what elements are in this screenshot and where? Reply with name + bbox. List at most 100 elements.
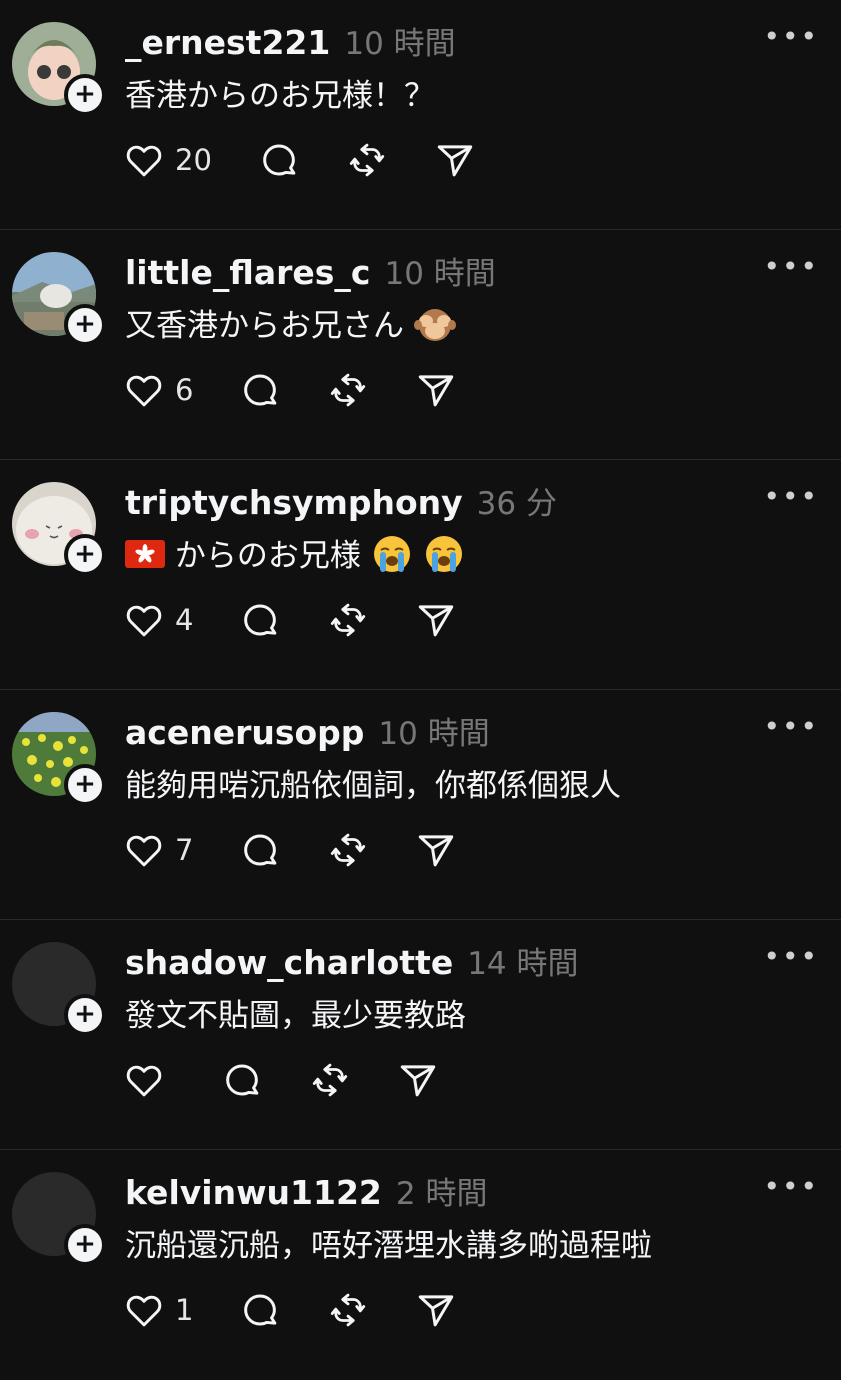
action-bar: 20 (123, 138, 522, 182)
more-options-icon[interactable]: ••• (763, 480, 819, 513)
repost-icon (331, 833, 366, 867)
repost-icon (331, 373, 366, 407)
comment-icon (226, 1064, 259, 1096)
send-icon (419, 835, 454, 867)
post-text-line: 又香港からお兄さん (125, 300, 456, 351)
repost-button[interactable] (309, 1059, 351, 1101)
heart-icon (126, 1295, 162, 1327)
post-text-line: からのお兄様 (125, 530, 465, 583)
avatar-container[interactable]: + (12, 712, 106, 806)
more-options-icon[interactable]: ••• (763, 710, 819, 743)
send-icon (437, 145, 473, 177)
reply-button[interactable] (239, 599, 281, 641)
post: + acenerusopp 10 時間 ••• 能夠用啱沉船依個詞，你都係個狠人… (0, 690, 841, 920)
username[interactable]: _ernest221 (125, 23, 330, 62)
comment-icon (244, 604, 277, 636)
post: + shadow_charlotte 14 時間 ••• 發文不貼圖，最少要教路 (0, 920, 841, 1150)
share-button[interactable] (415, 599, 457, 641)
like-button[interactable] (123, 1059, 175, 1101)
comment-icon (244, 834, 277, 866)
username[interactable]: shadow_charlotte (125, 943, 453, 982)
reply-button[interactable] (221, 1059, 263, 1101)
share-button[interactable] (415, 1289, 457, 1331)
timestamp: 10 時間 (344, 26, 456, 62)
comment-icon (263, 144, 296, 176)
post-text: 沉船還沉船，唔好潛埋水講多啲過程啦 (125, 1228, 652, 1264)
like-button[interactable]: 1 (123, 1289, 193, 1331)
comment-icon (244, 1294, 277, 1326)
post-text: 能夠用啱沉船依個詞，你都係個狠人 (125, 768, 621, 804)
like-count: 20 (175, 143, 212, 177)
reply-button[interactable] (239, 1289, 281, 1331)
action-bar (123, 1058, 485, 1102)
more-options-icon[interactable]: ••• (763, 1170, 819, 1203)
post-text: 又香港からお兄さん (125, 308, 404, 344)
like-button[interactable]: 7 (123, 829, 193, 871)
avatar-container[interactable]: + (12, 1172, 106, 1266)
repost-button[interactable] (327, 829, 369, 871)
repost-button[interactable] (327, 369, 369, 411)
follow-button[interactable]: + (64, 304, 106, 346)
reply-button[interactable] (258, 139, 300, 181)
username[interactable]: acenerusopp (125, 713, 364, 752)
username[interactable]: kelvinwu1122 (125, 1173, 382, 1212)
post-text: 發文不貼圖，最少要教路 (125, 998, 466, 1034)
share-button[interactable] (434, 139, 476, 181)
timestamp: 14 時間 (467, 946, 579, 982)
post: + little_flares_c 10 時間 ••• 又香港からお兄さん 6 (0, 230, 841, 460)
avatar-container[interactable]: + (12, 252, 106, 346)
follow-button[interactable]: + (64, 1224, 106, 1266)
timestamp: 10 時間 (384, 256, 496, 292)
heart-icon (126, 835, 162, 867)
more-options-icon[interactable]: ••• (763, 20, 819, 53)
follow-button[interactable]: + (64, 534, 106, 576)
follow-button[interactable]: + (64, 74, 106, 116)
send-icon (400, 1065, 436, 1097)
action-bar: 7 (123, 828, 503, 872)
reply-feed: + _ernest221 10 時間 ••• 香港からのお兄様！？ 20 + l… (0, 0, 841, 1380)
avatar-container[interactable]: + (12, 482, 106, 576)
hong-kong-flag-icon (125, 539, 165, 576)
repost-icon (349, 143, 385, 177)
share-button[interactable] (415, 829, 457, 871)
timestamp: 2 時間 (395, 1176, 488, 1212)
loudly-crying-face-icon (371, 533, 413, 583)
send-icon (419, 1295, 454, 1327)
username[interactable]: triptychsymphony (125, 483, 463, 522)
send-icon (419, 375, 454, 407)
comment-icon (244, 374, 277, 406)
repost-button[interactable] (327, 599, 369, 641)
see-no-evil-monkey-icon (413, 305, 456, 351)
reply-button[interactable] (239, 829, 281, 871)
like-count: 7 (175, 833, 194, 867)
timestamp: 36 分 (476, 486, 557, 522)
loudly-crying-face-icon (423, 533, 465, 583)
heart-icon (126, 375, 162, 407)
heart-icon (126, 1065, 162, 1097)
action-bar: 4 (123, 598, 503, 642)
post-text: 香港からのお兄様！？ (125, 78, 435, 114)
heart-icon (126, 605, 162, 637)
like-button[interactable]: 4 (123, 599, 193, 641)
more-options-icon[interactable]: ••• (763, 940, 819, 973)
share-button[interactable] (415, 369, 457, 411)
username[interactable]: little_flares_c (125, 253, 370, 292)
more-options-icon[interactable]: ••• (763, 250, 819, 283)
repost-button[interactable] (346, 139, 388, 181)
heart-icon (126, 145, 162, 177)
post: + triptychsymphony 36 分 ••• からのお兄様 4 (0, 460, 841, 690)
post: + _ernest221 10 時間 ••• 香港からのお兄様！？ 20 (0, 0, 841, 230)
repost-icon (331, 1293, 366, 1327)
avatar-container[interactable]: + (12, 942, 106, 1036)
like-button[interactable]: 6 (123, 369, 193, 411)
share-button[interactable] (397, 1059, 439, 1101)
reply-button[interactable] (239, 369, 281, 411)
follow-button[interactable]: + (64, 994, 106, 1036)
timestamp: 10 時間 (378, 716, 490, 752)
follow-button[interactable]: + (64, 764, 106, 806)
post: + kelvinwu1122 2 時間 ••• 沉船還沉船，唔好潛埋水講多啲過程… (0, 1150, 841, 1380)
repost-button[interactable] (327, 1289, 369, 1331)
send-icon (419, 605, 454, 637)
like-button[interactable]: 20 (123, 139, 212, 181)
avatar-container[interactable]: + (12, 22, 106, 116)
